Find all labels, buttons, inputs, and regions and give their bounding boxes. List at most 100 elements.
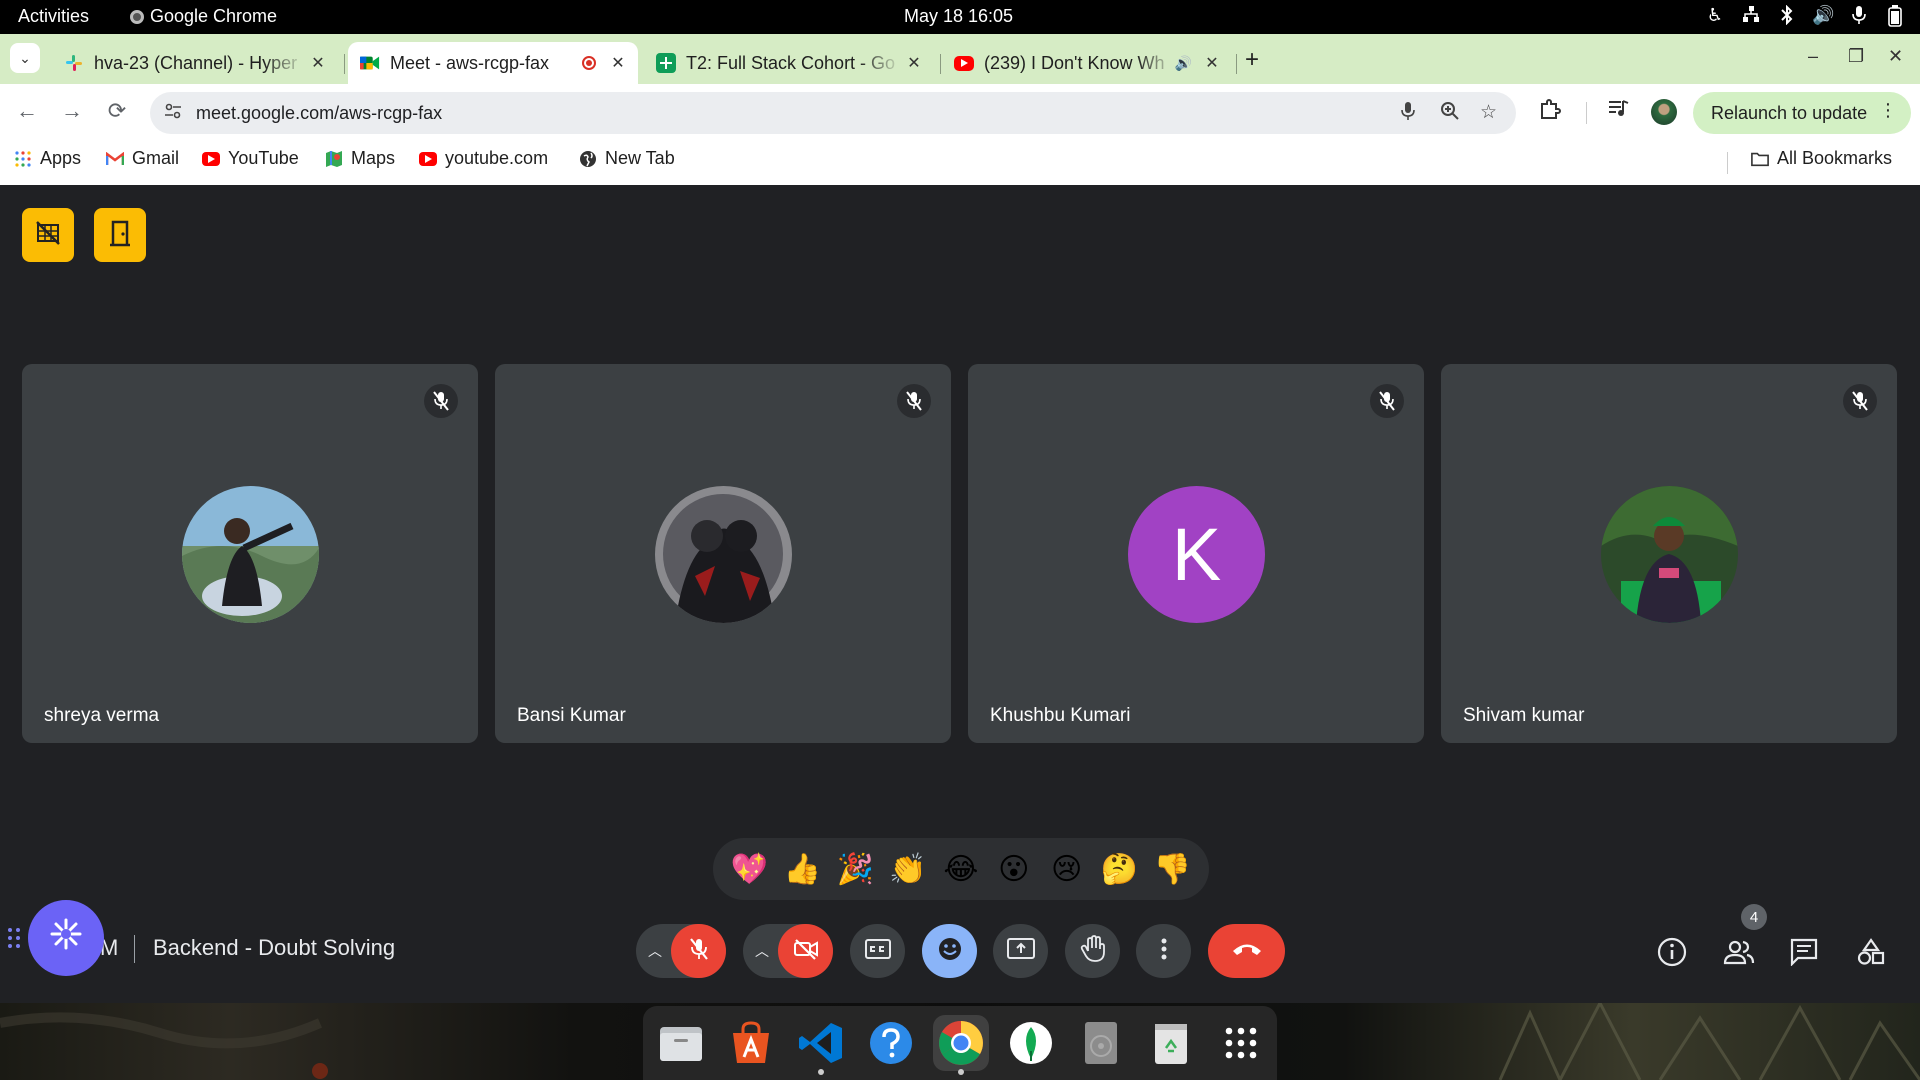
drag-handle-icon[interactable] <box>7 927 21 954</box>
back-icon[interactable]: ← <box>12 98 42 124</box>
app-menu[interactable]: Google Chrome <box>130 6 277 27</box>
restore-icon[interactable]: ❐ <box>1848 46 1864 67</box>
extension-button-leave[interactable] <box>94 208 146 262</box>
forward-icon[interactable]: → <box>57 98 87 124</box>
participant-tile[interactable]: K Khushbu Kumari <box>968 364 1424 743</box>
kebab-menu-icon <box>1161 938 1167 965</box>
camera-options-chevron-icon[interactable]: ︿ <box>755 941 769 961</box>
door-icon <box>107 219 133 252</box>
help-app-icon[interactable] <box>863 1015 919 1071</box>
sparkle-icon <box>49 917 83 960</box>
close-window-icon[interactable]: ✕ <box>1888 46 1903 67</box>
bookmark-apps[interactable]: Apps <box>14 148 81 169</box>
close-tab-icon[interactable]: ✕ <box>306 53 330 73</box>
bookmark-gmail[interactable]: Gmail <box>106 148 179 169</box>
mongodb-compass-icon[interactable] <box>1003 1015 1059 1071</box>
bookmark-label: Maps <box>351 148 396 168</box>
volume-icon[interactable]: 🔊 <box>1812 5 1834 32</box>
network-icon[interactable] <box>1740 5 1762 32</box>
all-bookmarks-label: All Bookmarks <box>1777 148 1893 168</box>
chevron-down-icon: ⌄ <box>19 49 31 66</box>
close-tab-icon[interactable]: ✕ <box>606 53 630 73</box>
zoom-icon[interactable] <box>1440 101 1460 127</box>
extensions-icon[interactable] <box>1539 98 1561 126</box>
bluetooth-icon[interactable] <box>1776 4 1798 32</box>
leave-call-button[interactable] <box>1208 924 1285 978</box>
extension-button-no-video[interactable] <box>22 208 74 262</box>
end-call-icon <box>1231 942 1263 961</box>
kebab-menu-icon[interactable]: ⋮ <box>1879 100 1897 121</box>
more-options-button[interactable] <box>1136 924 1191 978</box>
reload-icon[interactable]: ⟳ <box>102 98 132 124</box>
slack-icon <box>64 53 84 73</box>
present-screen-button[interactable] <box>993 924 1048 978</box>
participant-tile[interactable]: shreya verma <box>22 364 478 743</box>
participant-tile[interactable]: Shivam kumar <box>1441 364 1897 743</box>
files-app-icon[interactable] <box>653 1015 709 1071</box>
youtube-icon <box>954 55 974 71</box>
captions-button[interactable] <box>850 924 905 978</box>
system-tray[interactable]: ♿ 🔊 <box>1704 4 1906 32</box>
reaction-party-popper[interactable]: 🎉 <box>833 852 877 887</box>
reaction-surprised[interactable]: 😮 <box>992 852 1036 887</box>
bookmark-star-icon[interactable]: ☆ <box>1480 101 1497 124</box>
video-grid-off-icon <box>35 220 61 251</box>
tab-meet[interactable]: Meet - aws-rcgp-fax ✕ <box>348 42 638 84</box>
reaction-thinking[interactable]: 🤔 <box>1098 852 1142 887</box>
reaction-sparkling-heart[interactable]: 💖 <box>727 852 771 887</box>
bookmark-youtube[interactable]: YouTube <box>202 148 299 169</box>
tab-separator <box>940 54 941 74</box>
bookmark-maps[interactable]: Maps <box>325 148 395 169</box>
participant-name: shreya verma <box>44 705 160 726</box>
floating-assistant-button[interactable] <box>28 900 104 976</box>
tab-sheets[interactable]: T2: Full Stack Cohort - Go ✕ <box>644 42 934 84</box>
app-center-icon[interactable] <box>723 1015 779 1071</box>
profile-avatar[interactable] <box>1651 99 1677 125</box>
send-reaction-button[interactable] <box>922 924 977 978</box>
url-text[interactable]: meet.google.com/aws-rcgp-fax <box>196 103 442 124</box>
vscode-icon[interactable] <box>793 1015 849 1075</box>
battery-icon[interactable] <box>1884 5 1906 32</box>
hand-icon <box>1080 934 1106 968</box>
reaction-thumbs-down[interactable]: 👎 <box>1150 852 1194 887</box>
mic-options-chevron-icon[interactable]: ︿ <box>648 941 662 961</box>
tab-slack[interactable]: hva-23 (Channel) - Hyper ✕ <box>52 42 338 84</box>
globe-icon <box>579 150 597 168</box>
chrome-app-icon[interactable] <box>933 1015 989 1075</box>
close-tab-icon[interactable]: ✕ <box>1200 53 1224 73</box>
close-tab-icon[interactable]: ✕ <box>902 53 926 73</box>
people-button[interactable] <box>1719 934 1759 974</box>
tab-youtube[interactable]: (239) I Don't Know Wh 🔊 ✕ <box>942 42 1232 84</box>
bookmark-new-tab[interactable]: New Tab <box>579 148 675 169</box>
microphone-icon[interactable] <box>1848 5 1870 32</box>
reaction-thumbs-up[interactable]: 👍 <box>780 852 824 887</box>
show-apps-grid-icon[interactable] <box>1213 1015 1269 1071</box>
meeting-details-button[interactable] <box>1652 934 1692 974</box>
running-indicator <box>818 1069 824 1075</box>
disk-app-icon[interactable] <box>1073 1015 1129 1071</box>
reaction-laughing[interactable]: 😂 <box>939 852 983 887</box>
raise-hand-button[interactable] <box>1065 924 1120 978</box>
toggle-camera-button[interactable] <box>778 924 833 978</box>
bookmark-youtube-com[interactable]: youtube.com <box>419 148 548 169</box>
address-bar[interactable]: meet.google.com/aws-rcgp-fax ☆ <box>150 92 1516 134</box>
speaker-icon[interactable]: 🔊 <box>1175 55 1192 72</box>
new-tab-button[interactable]: + <box>1245 46 1259 74</box>
all-bookmarks-button[interactable]: All Bookmarks <box>1751 148 1892 169</box>
minimize-icon[interactable]: – <box>1808 46 1818 67</box>
participant-tile[interactable]: Bansi Kumar <box>495 364 951 743</box>
chat-button[interactable] <box>1784 934 1824 974</box>
tab-search-dropdown[interactable]: ⌄ <box>10 43 40 73</box>
accessibility-icon[interactable]: ♿ <box>1704 5 1726 32</box>
reaction-sad[interactable]: 😢 <box>1045 852 1089 887</box>
toggle-microphone-button[interactable] <box>671 924 726 978</box>
relaunch-to-update-button[interactable]: Relaunch to update ⋮ <box>1693 92 1911 134</box>
media-control-icon[interactable] <box>1607 98 1629 124</box>
site-info-icon[interactable] <box>164 102 182 125</box>
reaction-clapping[interactable]: 👏 <box>886 852 930 887</box>
activities-button[interactable] <box>1851 934 1891 974</box>
clock[interactable]: May 18 16:05 <box>904 6 1013 27</box>
trash-icon[interactable] <box>1143 1015 1199 1071</box>
mic-icon[interactable] <box>1400 101 1416 127</box>
activities-button[interactable]: Activities <box>18 6 89 27</box>
